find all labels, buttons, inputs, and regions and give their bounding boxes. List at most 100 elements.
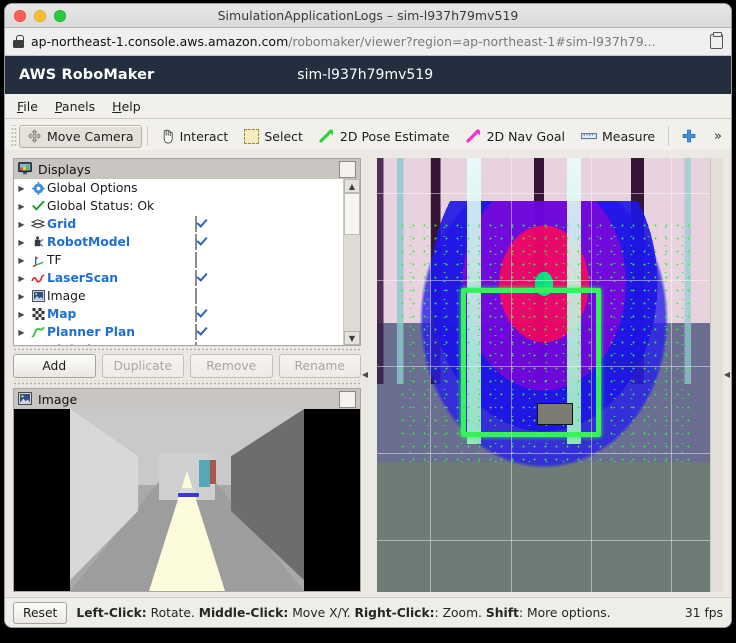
tree-item-global-map[interactable]: ▶ Global M [14, 341, 343, 345]
hint-shift-action: : More options. [518, 605, 611, 620]
tree-item-tf[interactable]: ▶ TF [14, 251, 343, 269]
tree-item-map[interactable]: ▶ Map [14, 305, 343, 323]
plus-icon [682, 129, 696, 143]
camera-image-view[interactable] [13, 409, 361, 592]
tool-2d-pose-estimate[interactable]: 2D Pose Estimate [311, 125, 458, 148]
expand-arrow-icon[interactable]: ▶ [14, 292, 29, 301]
aws-brand-title: AWS RoboMaker [19, 67, 155, 83]
collapse-left-handle[interactable]: ◀ [361, 158, 369, 592]
tool-move-camera[interactable]: Move Camera [19, 124, 142, 148]
add-display-button[interactable]: Add [13, 354, 96, 378]
scroll-down-arrow-icon[interactable]: ▼ [344, 331, 360, 345]
tree-item-grid[interactable]: ▶ Grid [14, 215, 343, 233]
panel-splitter-bottom[interactable] [13, 380, 361, 387]
gear-icon [29, 180, 47, 196]
tree-item-checkbox[interactable] [195, 288, 197, 304]
tree-item-image[interactable]: ▶ Image [14, 287, 343, 305]
tree-item-robotmodel[interactable]: ▶ RobotModel [14, 233, 343, 251]
tree-item-checkbox-cell [195, 216, 197, 232]
tool-2d-nav-goal[interactable]: 2D Nav Goal [458, 125, 573, 148]
tree-item-checkbox-cell [195, 342, 197, 345]
grid-line-vertical [670, 158, 672, 592]
image-float-button[interactable] [339, 391, 356, 408]
remove-display-button[interactable]: Remove [190, 354, 273, 378]
panel-splitter-top[interactable] [13, 346, 361, 353]
tool-measure[interactable]: Measure [573, 125, 663, 148]
scroll-up-arrow-icon[interactable]: ▲ [344, 179, 360, 193]
tree-item-checkbox[interactable] [195, 342, 197, 345]
tree-item-label: Image [47, 289, 86, 303]
viewport-right-strip [710, 158, 723, 592]
collapse-right-handle[interactable]: ◀ [723, 158, 731, 592]
add-tool-button[interactable] [674, 125, 704, 147]
3d-viewport[interactable] [377, 158, 711, 592]
tree-item-checkbox-cell [195, 288, 197, 304]
expand-arrow-icon[interactable]: ▶ [14, 202, 29, 211]
tree-item-checkbox-cell [195, 324, 197, 340]
menu-item-help[interactable]: Help [112, 99, 141, 114]
tree-item-checkbox-cell [195, 270, 197, 286]
tree-item-checkbox[interactable] [195, 216, 197, 232]
tree-item-checkbox[interactable] [195, 252, 197, 268]
grid-line-vertical [590, 158, 592, 592]
expand-arrow-icon[interactable]: ▶ [14, 238, 29, 247]
hint-shift-label: Shift [485, 605, 519, 620]
address-bar[interactable]: ap-northeast-1.console.aws.amazon.com/ro… [5, 28, 731, 56]
mouse-hint-text: Left-Click: Rotate. Middle-Click: Move X… [76, 606, 610, 620]
tree-item-checkbox[interactable] [195, 234, 197, 250]
expand-arrow-icon[interactable]: ▶ [14, 310, 29, 319]
displays-tree-container: ▶ Global Options ▶ Global Status: Ok ▶ G… [13, 179, 361, 346]
reset-view-button[interactable]: Reset [13, 601, 68, 624]
tool-interact[interactable]: Interact [153, 125, 237, 148]
menu-item-file[interactable]: File [17, 99, 38, 114]
expand-arrow-icon[interactable]: ▶ [14, 220, 29, 229]
aws-header: AWS RoboMaker sim-l937h79mv519 [5, 56, 731, 94]
tool-measure-label: Measure [602, 128, 656, 144]
toolbar-drag-grip[interactable] [10, 125, 17, 147]
right-pane: ◀ ◀ [362, 158, 730, 592]
displays-panel-header: Displays [13, 158, 361, 181]
work-area: Displays ▶ Global Options ▶ Global Statu… [5, 150, 731, 598]
tree-item-laserscan[interactable]: ▶ LaserScan [14, 269, 343, 287]
expand-arrow-icon[interactable]: ▶ [14, 256, 29, 265]
url-path: /robomaker/viewer?region=ap-northeast-1#… [288, 34, 656, 49]
displays-float-button[interactable] [339, 161, 356, 178]
toolbar: Move Camera Interact Select 2D Pose Esti… [5, 119, 731, 154]
tree-item-label: Planner Plan [47, 325, 135, 339]
grid-line-vertical [510, 158, 512, 592]
clipboard-icon[interactable] [710, 32, 723, 49]
tool-select[interactable]: Select [236, 125, 311, 148]
browser-window: SimulationApplicationLogs – sim-l937h79m… [5, 4, 731, 627]
scrollbar-track[interactable] [344, 235, 360, 331]
tree-item-checkbox[interactable] [195, 306, 197, 322]
rename-display-button[interactable]: Rename [278, 354, 361, 378]
tree-item-label: Global Options [47, 181, 138, 195]
collapse-right-arrow: ◀ [723, 370, 731, 379]
tree-item-global-options[interactable]: ▶ Global Options [14, 179, 343, 197]
image-panel-header: Image [13, 388, 361, 411]
toolbar-overflow-button[interactable]: » [714, 129, 731, 144]
camera-scene [70, 409, 304, 591]
expand-arrow-icon[interactable]: ▶ [14, 184, 29, 193]
select-box-icon [244, 128, 260, 144]
tree-item-label: LaserScan [47, 271, 119, 285]
scrollbar-thumb[interactable] [344, 193, 360, 235]
menu-item-panels[interactable]: Panels [55, 99, 95, 114]
expand-arrow-icon[interactable]: ▶ [14, 328, 29, 337]
tree-item-checkbox-cell [195, 306, 197, 322]
duplicate-display-button[interactable]: Duplicate [101, 354, 184, 378]
tree-item-checkbox[interactable] [195, 270, 197, 286]
displays-tree[interactable]: ▶ Global Options ▶ Global Status: Ok ▶ G… [14, 179, 343, 345]
displays-vertical-scrollbar[interactable]: ▲ ▼ [343, 179, 360, 345]
tree-item-checkbox[interactable] [195, 324, 197, 340]
image-panel-title: Image [38, 392, 78, 407]
robot-icon [29, 234, 47, 250]
tree-item-planner-plan[interactable]: ▶ Planner Plan [14, 323, 343, 341]
expand-arrow-icon[interactable]: ▶ [14, 274, 29, 283]
axes-icon [29, 252, 47, 268]
tree-item-global-status[interactable]: ▶ Global Status: Ok [14, 197, 343, 215]
ruler-icon [581, 131, 597, 141]
toolbar-separator-2 [668, 126, 670, 146]
url-domain: ap-northeast-1.console.aws.amazon.com [31, 34, 289, 49]
image-icon [18, 391, 32, 408]
